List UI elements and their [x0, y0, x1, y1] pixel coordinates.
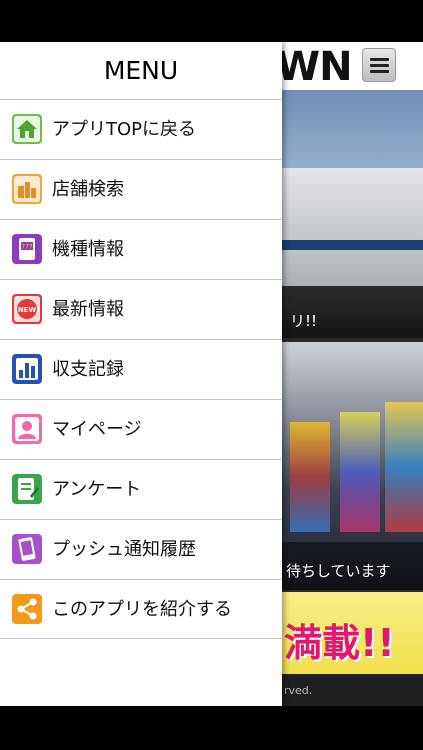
hall-photo-caption: 待ちしています: [286, 562, 391, 580]
menu-item-label: マイページ: [52, 419, 142, 440]
svg-text:NEW: NEW: [18, 306, 37, 314]
menu-item-latest-news[interactable]: NEW 最新情報: [0, 279, 282, 339]
hamburger-menu-button[interactable]: [362, 48, 396, 82]
slot-machine-icon: 777: [12, 234, 42, 264]
building-stripe: [280, 240, 423, 250]
menu-item-label: アプリTOPに戻る: [52, 119, 197, 140]
navigation-bar-area: [0, 706, 423, 750]
menu-item-share-app[interactable]: このアプリを紹介する: [0, 579, 282, 639]
user-icon: [12, 414, 42, 444]
menu-item-my-page[interactable]: マイページ: [0, 399, 282, 459]
menu-item-label: アンケート: [52, 479, 142, 500]
menu-item-balance-record[interactable]: 収支記録: [0, 339, 282, 399]
store-photo-caption: リ!!: [290, 312, 318, 330]
status-bar-area: [0, 0, 423, 42]
menu-list: アプリTOPに戻る 店舗検索 777 機種情報 NEW 最新情報 収支記録 マイ…: [0, 99, 282, 639]
hamburger-line: [370, 70, 389, 73]
menu-item-store-search[interactable]: 店舗検索: [0, 159, 282, 219]
menu-item-label: プッシュ通知履歴: [52, 539, 196, 560]
hamburger-line: [370, 64, 389, 67]
home-icon: [12, 114, 42, 144]
share-icon: [12, 594, 42, 624]
menu-item-label: 店舗検索: [52, 179, 124, 200]
hamburger-line: [370, 58, 389, 61]
promo-banner-text: 満載!!: [284, 621, 395, 665]
survey-icon: [12, 474, 42, 504]
machine-bank: [385, 402, 423, 532]
store-search-icon: [12, 174, 42, 204]
bar-chart-icon: [12, 354, 42, 384]
push-history-icon: [12, 534, 42, 564]
app-logo: WN: [276, 44, 353, 90]
menu-item-push-history[interactable]: プッシュ通知履歴: [0, 519, 282, 579]
menu-item-label: 収支記録: [52, 359, 124, 380]
store-building: [280, 168, 423, 286]
menu-item-app-top[interactable]: アプリTOPに戻る: [0, 99, 282, 159]
machine-bank: [340, 412, 380, 532]
menu-item-machine-info[interactable]: 777 機種情報: [0, 219, 282, 279]
drawer-title: MENU: [103, 56, 179, 85]
menu-item-label: 最新情報: [52, 299, 124, 320]
menu-item-label: 機種情報: [52, 239, 124, 260]
svg-text:777: 777: [21, 244, 33, 251]
menu-item-survey[interactable]: アンケート: [0, 459, 282, 519]
navigation-drawer: MENU アプリTOPに戻る 店舗検索 777 機種情報 NEW 最新情報 収支…: [0, 42, 282, 706]
new-badge-icon: NEW: [12, 294, 42, 324]
machine-bank: [290, 422, 330, 532]
menu-item-label: このアプリを紹介する: [52, 599, 232, 620]
footer-copyright: rved.: [284, 684, 313, 697]
